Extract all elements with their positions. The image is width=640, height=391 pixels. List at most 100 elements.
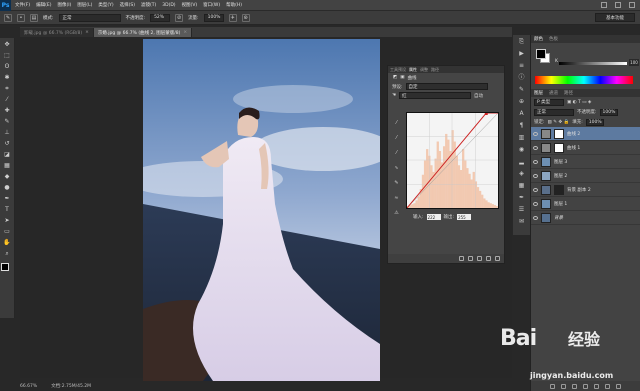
- filter-icons[interactable]: ▣ ◐ T ▭ ◈: [567, 100, 591, 105]
- output-field[interactable]: 255: [457, 214, 472, 220]
- brush-panel-icon[interactable]: ▤: [30, 13, 38, 22]
- fx-icon[interactable]: [561, 383, 566, 389]
- black-point-eyedropper-icon[interactable]: ⁄: [393, 120, 400, 127]
- input-field[interactable]: 222: [426, 214, 441, 220]
- clipping-warning-icon[interactable]: ⚠: [393, 210, 400, 217]
- curve-point[interactable]: [484, 112, 488, 115]
- mask-thumb[interactable]: [554, 142, 564, 153]
- menu-3d[interactable]: 3D(D): [162, 3, 175, 8]
- trash-icon[interactable]: [495, 256, 500, 261]
- paragraph-icon[interactable]: ¶: [517, 122, 526, 130]
- tab-document-2[interactable]: 京婚.jpg @ 66.7% (曲线 2, 图层蒙版/8) ×: [93, 28, 193, 37]
- photo-canvas[interactable]: [143, 39, 380, 381]
- clip-to-layer-icon[interactable]: [459, 256, 464, 261]
- layer-comps-icon[interactable]: ▥: [517, 134, 526, 142]
- info-icon[interactable]: ⓘ: [517, 74, 526, 82]
- tab-color[interactable]: 颜色: [534, 36, 543, 42]
- hand-tool-icon[interactable]: ✋: [2, 239, 12, 247]
- lasso-tool-icon[interactable]: ʘ: [2, 63, 12, 71]
- notes-icon[interactable]: ✉: [517, 218, 526, 226]
- eye-icon[interactable]: [533, 131, 538, 136]
- paths-icon[interactable]: ✒: [517, 194, 526, 202]
- layer-row[interactable]: 图层 3: [531, 155, 640, 169]
- menu-select[interactable]: 选择(S): [120, 2, 135, 8]
- shape-tool-icon[interactable]: ▭: [2, 228, 12, 236]
- navigator-icon[interactable]: ◉: [517, 146, 526, 154]
- pen-tool-icon[interactable]: ✒: [2, 195, 12, 203]
- zoom-level[interactable]: 66.67%: [20, 384, 37, 389]
- reset-icon[interactable]: [477, 256, 482, 261]
- tab-tool-presets[interactable]: 工具预设: [390, 67, 406, 73]
- curve-edit-icon[interactable]: ∿: [393, 165, 400, 172]
- actions-icon[interactable]: ▶: [517, 50, 526, 58]
- preset-select[interactable]: 自定: [405, 83, 488, 90]
- marquee-tool-icon[interactable]: ⬚: [2, 52, 12, 60]
- mask-icon[interactable]: ▣: [400, 75, 404, 80]
- k-value[interactable]: 100: [629, 59, 639, 66]
- gray-point-eyedropper-icon[interactable]: ⁄: [393, 135, 400, 142]
- tab-channels[interactable]: 通道: [549, 90, 558, 96]
- tab-paths[interactable]: 路径: [564, 90, 573, 96]
- tab-document-1[interactable]: 卸载.jpg @ 66.7% (RGB/8) ×: [20, 28, 94, 37]
- blend-mode-select[interactable]: 正常: [534, 108, 574, 116]
- visibility-icon[interactable]: [486, 256, 491, 261]
- brush-tool-icon[interactable]: ✎: [4, 13, 12, 22]
- mode-select[interactable]: 正常: [58, 13, 121, 22]
- white-point-eyedropper-icon[interactable]: ⁄: [393, 150, 400, 157]
- group-icon[interactable]: [594, 383, 599, 389]
- tab-paths[interactable]: 路径: [431, 67, 439, 73]
- close-icon[interactable]: ×: [85, 30, 89, 35]
- brush-tool-icon-left[interactable]: ✎: [2, 118, 12, 126]
- layer-kind-filter[interactable]: P 类型: [534, 98, 564, 106]
- layer-row[interactable]: 图层 2: [531, 169, 640, 183]
- tab-properties[interactable]: 属性: [409, 67, 417, 73]
- close-button[interactable]: [629, 2, 635, 8]
- foreground-color[interactable]: [1, 263, 9, 271]
- layer-row[interactable]: 曲线 1: [531, 141, 640, 155]
- blur-tool-icon[interactable]: ◆: [2, 173, 12, 181]
- menu-edit[interactable]: 编辑(E): [36, 2, 51, 8]
- layer-row[interactable]: 背景: [531, 211, 640, 225]
- curves-graph[interactable]: [406, 112, 499, 209]
- layer-opacity-input[interactable]: 100%: [599, 108, 618, 116]
- path-select-tool-icon[interactable]: ➤: [2, 217, 12, 225]
- layer-row[interactable]: 背景 副本 2: [531, 183, 640, 197]
- tab-layers[interactable]: 图层: [534, 90, 543, 96]
- eye-icon[interactable]: [533, 187, 538, 192]
- menu-filter[interactable]: 滤镜(T): [141, 2, 156, 8]
- menu-file[interactable]: 文件(F): [15, 2, 30, 8]
- link-icon[interactable]: [550, 383, 555, 389]
- menu-help[interactable]: 帮助(H): [226, 2, 242, 8]
- move-tool-icon[interactable]: ✥: [2, 41, 12, 49]
- view-previous-icon[interactable]: [468, 256, 473, 261]
- brush-preset-icon[interactable]: •: [17, 13, 25, 22]
- workspace-select[interactable]: 基本功能: [595, 13, 635, 22]
- eyedropper-tool-icon[interactable]: ⁄: [2, 96, 12, 104]
- hand-icon[interactable]: ☚: [392, 93, 396, 98]
- k-slider[interactable]: [559, 62, 627, 65]
- eye-icon[interactable]: [533, 173, 538, 178]
- healing-tool-icon[interactable]: ✚: [2, 107, 12, 115]
- properties-icon[interactable]: ≡: [517, 62, 526, 70]
- add-mask-icon[interactable]: [572, 383, 577, 389]
- fill-input[interactable]: 100%: [585, 118, 604, 126]
- swatches-icon[interactable]: ▦: [517, 182, 526, 190]
- foreground-swatch[interactable]: [536, 49, 546, 59]
- flow-input[interactable]: 100%: [203, 13, 224, 22]
- history-brush-tool-icon[interactable]: ↺: [2, 140, 12, 148]
- mask-thumb[interactable]: [554, 184, 564, 195]
- maximize-button[interactable]: [615, 2, 621, 8]
- smooth-icon[interactable]: ≈: [393, 195, 400, 202]
- pressure-opacity-icon[interactable]: ⊘: [175, 13, 184, 22]
- brush-panel-icon-right[interactable]: ✎: [517, 86, 526, 94]
- gradient-tool-icon[interactable]: ▦: [2, 162, 12, 170]
- stamp-tool-icon[interactable]: ⊥: [2, 129, 12, 137]
- eye-icon[interactable]: [533, 159, 538, 164]
- auto-button[interactable]: 自动: [474, 93, 483, 99]
- eye-icon[interactable]: [533, 145, 538, 150]
- channels-icon[interactable]: ☰: [517, 206, 526, 214]
- color-spectrum[interactable]: [535, 76, 633, 84]
- history-icon[interactable]: ⎘: [517, 38, 526, 46]
- character-icon[interactable]: A: [517, 110, 526, 118]
- minimize-button[interactable]: [601, 2, 607, 8]
